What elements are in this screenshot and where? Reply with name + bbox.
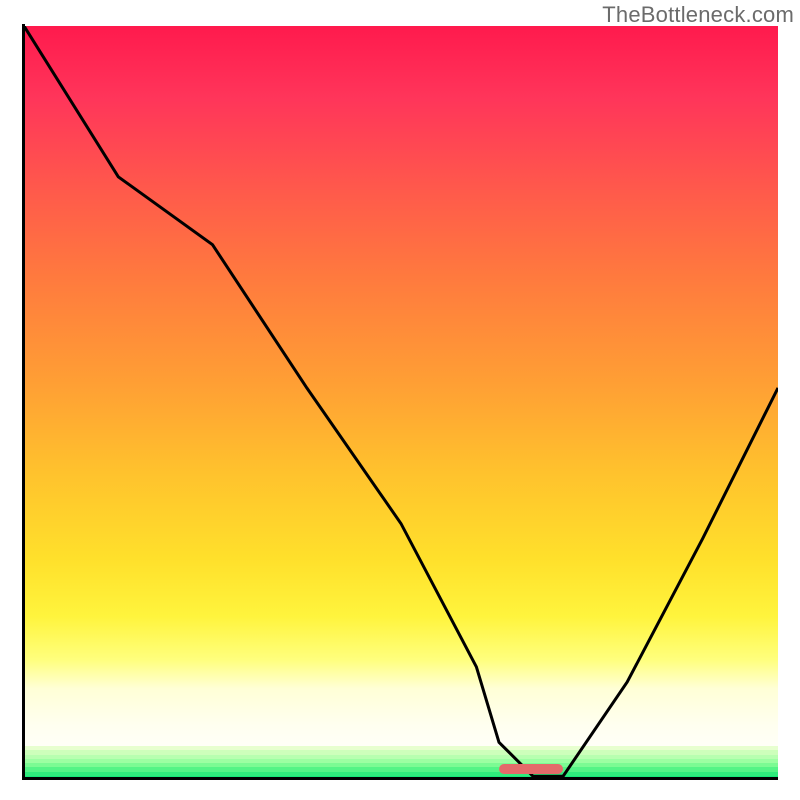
y-axis-line [22, 24, 25, 780]
bottleneck-curve [24, 26, 778, 780]
curve-path [24, 26, 778, 776]
x-axis-line [22, 777, 778, 780]
chart-frame: TheBottleneck.com [0, 0, 800, 800]
watermark-text: TheBottleneck.com [602, 2, 794, 28]
plot-area [24, 26, 778, 780]
optimum-range-marker [499, 764, 563, 774]
